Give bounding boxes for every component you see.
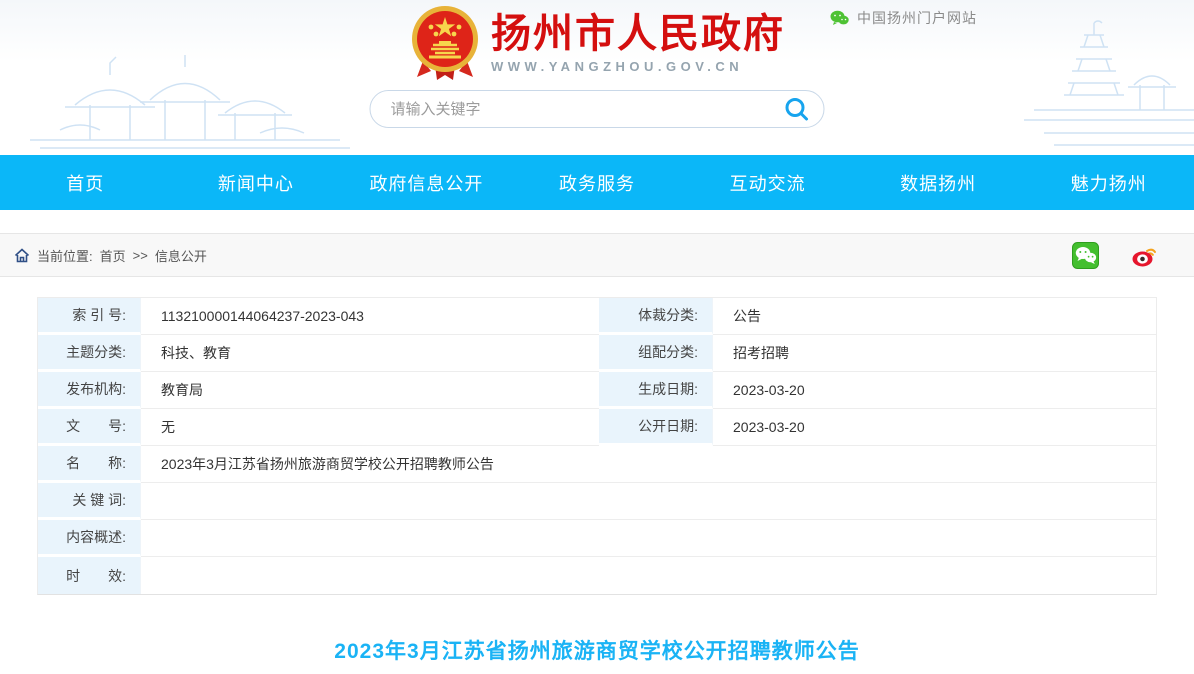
- home-icon: [14, 247, 30, 262]
- meta-value-title: 2023年3月江苏省扬州旅游商贸学校公开招聘教师公告: [141, 446, 1156, 483]
- meta-value-agency: 教育局: [141, 372, 599, 409]
- meta-label-validity: 时 效:: [38, 557, 141, 594]
- main-nav: 首页 新闻中心 政府信息公开 政务服务 互动交流 数据扬州 魅力扬州: [0, 155, 1194, 210]
- nav-item-charm[interactable]: 魅力扬州: [1023, 155, 1194, 210]
- nav-item-news[interactable]: 新闻中心: [171, 155, 342, 210]
- document-meta-table: 索 引 号: 113210000144064237-2023-043 体裁分类:…: [37, 297, 1157, 595]
- breadcrumb-current-link[interactable]: 信息公开: [155, 246, 207, 265]
- meta-label-index-number: 索 引 号:: [38, 298, 141, 335]
- meta-label-create-date: 生成日期:: [599, 372, 713, 409]
- site-title: 扬州市人民政府: [491, 12, 785, 56]
- table-row: 文 号: 无 公开日期: 2023-03-20: [38, 409, 1156, 446]
- table-row: 时 效:: [38, 557, 1156, 594]
- nav-item-interaction[interactable]: 互动交流: [682, 155, 853, 210]
- table-row: 名 称: 2023年3月江苏省扬州旅游商贸学校公开招聘教师公告: [38, 446, 1156, 483]
- table-row: 主题分类: 科技、教育 组配分类: 招考招聘: [38, 335, 1156, 372]
- meta-value-publish-date: 2023-03-20: [713, 409, 1156, 446]
- meta-label-agency: 发布机构:: [38, 372, 141, 409]
- meta-value-index-number: 113210000144064237-2023-043: [141, 298, 599, 335]
- wechat-share-icon[interactable]: [1072, 241, 1099, 269]
- meta-value-validity: [141, 557, 1156, 594]
- article-title: 2023年3月江苏省扬州旅游商贸学校公开招聘教师公告: [334, 640, 860, 663]
- table-row: 发布机构: 教育局 生成日期: 2023-03-20: [38, 372, 1156, 409]
- meta-label-doc-number: 文 号:: [38, 409, 141, 446]
- meta-label-publish-date: 公开日期:: [599, 409, 713, 446]
- meta-value-summary: [141, 520, 1156, 557]
- meta-value-topic: 科技、教育: [141, 335, 599, 372]
- national-emblem-logo: [412, 6, 478, 80]
- search-button[interactable]: [784, 96, 810, 122]
- search-bar: [369, 90, 825, 128]
- meta-value-keywords: [141, 483, 1156, 520]
- breadcrumb-bar: 当前位置: 首页 >> 信息公开: [0, 233, 1194, 277]
- table-row: 索 引 号: 113210000144064237-2023-043 体裁分类:…: [38, 298, 1156, 335]
- nav-item-gov-info[interactable]: 政府信息公开: [341, 155, 512, 210]
- meta-label-topic: 主题分类:: [38, 335, 141, 372]
- search-input[interactable]: [390, 100, 784, 118]
- meta-label-genre: 体裁分类:: [599, 298, 713, 335]
- nav-item-home[interactable]: 首页: [0, 155, 171, 210]
- breadcrumb-prefix: 当前位置:: [37, 248, 93, 264]
- meta-label-group: 组配分类:: [599, 335, 713, 372]
- search-icon: [785, 98, 808, 121]
- meta-value-doc-number: 无: [141, 409, 599, 446]
- site-header: 中国扬州门户网站 扬州市人民政府 WWW.YANGZHOU.GOV.CN: [0, 0, 1194, 155]
- nav-item-data[interactable]: 数据扬州: [853, 155, 1024, 210]
- breadcrumb-separator: >>: [132, 247, 148, 263]
- table-row: 关 键 词:: [38, 483, 1156, 520]
- table-row: 内容概述:: [38, 520, 1156, 557]
- breadcrumb: 当前位置: 首页 >> 信息公开: [14, 246, 207, 265]
- breadcrumb-home-link[interactable]: 首页: [100, 246, 126, 265]
- site-url: WWW.YANGZHOU.GOV.CN: [491, 59, 744, 74]
- nav-item-services[interactable]: 政务服务: [512, 155, 683, 210]
- meta-label-title: 名 称:: [38, 446, 141, 483]
- meta-value-genre: 公告: [713, 298, 1156, 335]
- site-logo-block[interactable]: 扬州市人民政府 WWW.YANGZHOU.GOV.CN: [0, 5, 1194, 81]
- meta-label-summary: 内容概述:: [38, 520, 141, 557]
- meta-label-keywords: 关 键 词:: [38, 483, 141, 520]
- meta-value-create-date: 2023-03-20: [713, 372, 1156, 409]
- meta-value-group: 招考招聘: [713, 335, 1156, 372]
- weibo-share-icon[interactable]: [1131, 242, 1158, 269]
- share-buttons: [1072, 241, 1180, 269]
